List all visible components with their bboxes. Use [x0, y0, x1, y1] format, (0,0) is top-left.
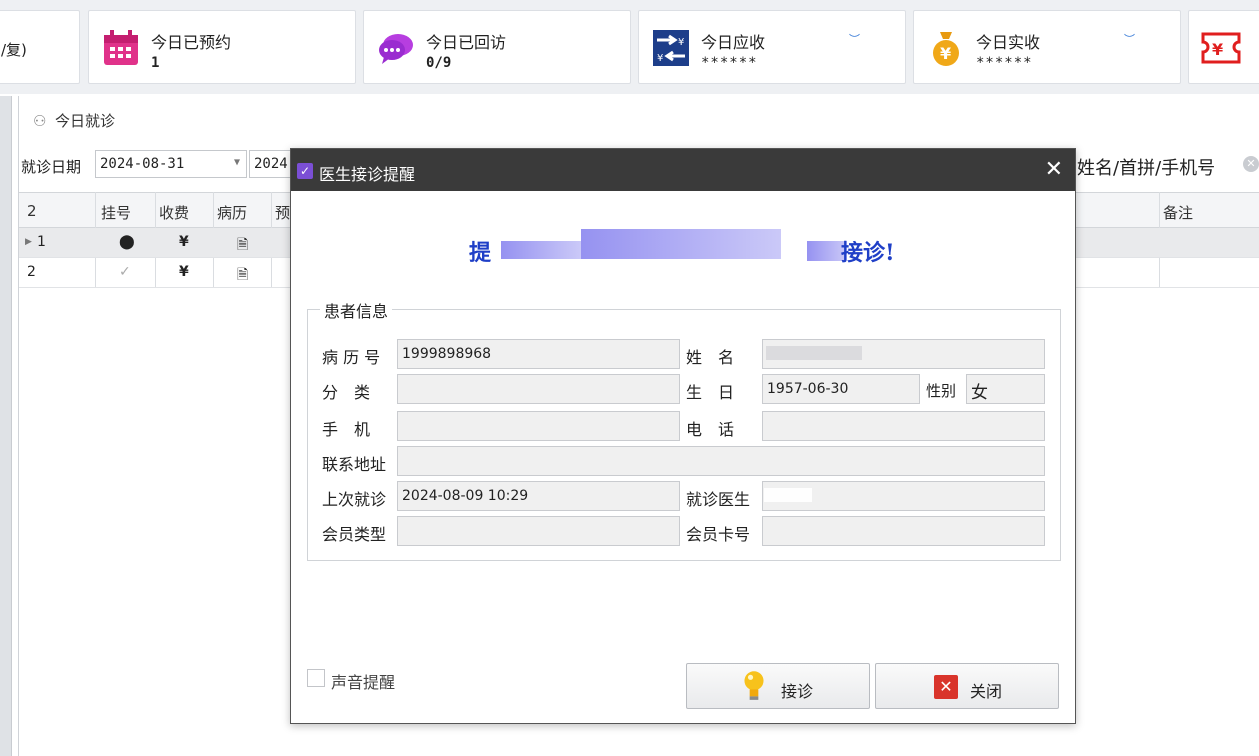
accept-label: 接诊	[781, 682, 814, 701]
redacted-block	[766, 346, 862, 360]
booked-value: 1	[151, 55, 160, 71]
close-button[interactable]: ✕ 关闭	[875, 663, 1059, 709]
stat-card-refund[interactable]: ¥	[1188, 10, 1259, 84]
redacted-block	[581, 229, 781, 259]
doctor-reception-dialog: ✓ 医生接诊提醒 ✕ 提 接诊! 患者信息 病 历 号 1999898968 姓…	[290, 148, 1076, 724]
col-register[interactable]: 挂号	[101, 202, 131, 223]
stat-card-received[interactable]: ¥ 今日实收 ****** ︶	[913, 10, 1181, 84]
receivable-title: 今日应收	[701, 33, 766, 52]
sound-reminder-label: 声音提醒	[331, 673, 396, 692]
revisit-title: 今日已回访	[426, 33, 507, 52]
side-collapse-strip[interactable]	[0, 96, 12, 756]
dialog-titlebar[interactable]: ✓ 医生接诊提醒 ✕	[291, 149, 1075, 191]
col-fee[interactable]: 收费	[159, 202, 189, 223]
last-visit-label: 上次就诊	[322, 490, 387, 509]
row-fee[interactable]: ¥	[179, 234, 189, 250]
reminder-headline-start: 提	[469, 240, 492, 266]
chat-bubbles-icon	[379, 34, 413, 64]
row-fee[interactable]: ¥	[179, 264, 189, 280]
phone-label: 电 话	[686, 420, 735, 439]
mobile-field[interactable]	[397, 411, 680, 441]
row-id: 1	[37, 234, 46, 250]
redacted-block	[764, 488, 812, 502]
received-value: ******	[976, 55, 1033, 71]
patient-info-group: 患者信息 病 历 号 1999898968 姓 名 分 类 生 日 1957-0…	[307, 298, 1061, 561]
doctor-label: 就诊医生	[686, 490, 751, 509]
users-icon: ⚇	[33, 112, 47, 130]
col-appointment[interactable]: 预	[275, 202, 290, 223]
ticket-icon: ¥	[1201, 32, 1241, 64]
check-icon[interactable]: ✓	[119, 264, 131, 280]
phone-field[interactable]	[762, 411, 1045, 441]
member-type-field[interactable]	[397, 516, 680, 546]
stat-card-receivable[interactable]: ¥ ¥ 今日应收 ****** ︶	[638, 10, 906, 84]
group-title: 患者信息	[320, 298, 393, 322]
address-label: 联系地址	[322, 455, 387, 474]
record-icon[interactable]: 🗎	[237, 264, 248, 288]
reminder-headline-end: 接诊!	[841, 240, 895, 266]
close-x-icon: ✕	[934, 675, 958, 699]
date-from-input[interactable]: 2024-08-31 ▼	[95, 150, 247, 178]
svg-text:¥: ¥	[678, 37, 684, 48]
birthday-field[interactable]: 1957-06-30	[762, 374, 920, 404]
location-pin-icon[interactable]: ⬤	[119, 234, 135, 250]
redacted-block	[501, 241, 581, 259]
checkbox-unchecked-icon[interactable]	[307, 669, 325, 687]
stats-bar: /复) 今日已预约 1 今日已回访 0/9 ¥ ¥ 今日应收 ****** ︶ …	[0, 0, 1259, 94]
accept-button[interactable]: 接诊	[686, 663, 870, 709]
category-label: 分 类	[322, 383, 371, 402]
svg-text:¥: ¥	[657, 53, 663, 64]
gender-field[interactable]: 女	[966, 374, 1045, 404]
category-field[interactable]	[397, 374, 680, 404]
stat-partial-label: /复)	[1, 41, 27, 59]
stat-card-booked[interactable]: 今日已预约 1	[88, 10, 356, 84]
birthday-label: 生 日	[686, 383, 735, 402]
search-input[interactable]: 姓名/首拼/手机号	[1077, 154, 1215, 180]
money-bag-icon: ¥	[933, 32, 959, 66]
booked-title: 今日已预约	[151, 33, 232, 52]
svg-text:¥: ¥	[1212, 40, 1223, 59]
name-label: 姓 名	[686, 348, 735, 367]
col-remark[interactable]: 备注	[1163, 202, 1193, 223]
member-type-label: 会员类型	[322, 525, 387, 544]
mobile-label: 手 机	[322, 420, 371, 439]
last-visit-field[interactable]: 2024-08-09 10:29	[397, 481, 680, 511]
received-title: 今日实收	[976, 33, 1041, 52]
svg-text:¥: ¥	[940, 44, 951, 63]
dropdown-arrow-icon[interactable]: ▼	[234, 157, 240, 168]
record-no-label: 病 历 号	[322, 348, 381, 367]
stat-card-revisit[interactable]: 今日已回访 0/9	[363, 10, 631, 84]
close-icon[interactable]: ✕	[1045, 157, 1063, 182]
calendar-icon	[104, 30, 138, 65]
stat-card-partial[interactable]: /复)	[0, 10, 80, 84]
revisit-value: 0/9	[426, 55, 452, 71]
panel-title: ⚇ 今日就诊	[33, 112, 116, 130]
record-icon[interactable]: 🗎	[237, 234, 248, 258]
address-field[interactable]	[397, 446, 1045, 476]
money-transfer-icon: ¥ ¥	[653, 30, 689, 66]
receivable-value: ******	[701, 55, 758, 71]
visit-date-label: 就诊日期	[21, 158, 82, 176]
record-no-field[interactable]: 1999898968	[397, 339, 680, 369]
eye-closed-icon[interactable]: ︶	[849, 31, 860, 47]
member-card-field[interactable]	[762, 516, 1045, 546]
clear-icon[interactable]: ✕	[1243, 156, 1259, 172]
checkbox-checked-icon[interactable]: ✓	[297, 163, 313, 179]
row-pointer-icon: ▶	[25, 237, 32, 247]
dialog-title: 医生接诊提醒	[319, 165, 416, 184]
row-id: 2	[27, 264, 36, 280]
lightbulb-icon	[744, 671, 764, 700]
col-record[interactable]: 病历	[217, 202, 247, 223]
member-card-label: 会员卡号	[686, 525, 751, 544]
eye-closed-icon[interactable]: ︶	[1124, 31, 1135, 47]
col-count: 2	[27, 202, 37, 220]
gender-label: 性别	[926, 382, 957, 400]
close-label: 关闭	[970, 682, 1003, 701]
